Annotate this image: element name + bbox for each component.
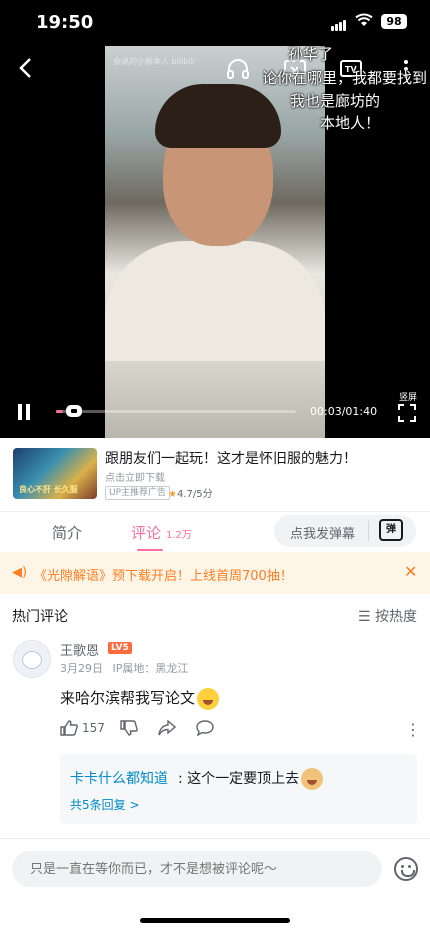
overlay-line-2: 论你在哪里，我都要找到 [262,69,428,87]
danmaku-placeholder: 点我发弹幕 [290,527,356,542]
comment-input-bar [0,838,430,931]
comment-username[interactable]: 王歌恩 [60,640,99,659]
ad-tag: UP主推荐广告 [105,486,171,500]
reply-preview[interactable]: 卡卡什么都知道 : 这个一定要顶上去 共5条回复 > [60,754,417,824]
ad-banner[interactable]: 良心不肝 长久服 跟朋友们一起玩！这才是怀旧服的魅力！ 点击立即下载 UP主推荐… [0,438,430,510]
status-bar: 19:50 98 [0,0,430,46]
comment-location: IP属地：黑龙江 [112,662,189,675]
level-badge: LV5 [108,642,132,654]
battery-icon: 98 [381,14,407,29]
fullscreen-icon[interactable] [397,403,417,423]
danmaku-toggle-icon[interactable]: 弹 [379,519,403,541]
thumbs-down-icon [120,720,138,736]
share-button[interactable] [158,720,176,736]
ad-thumbnail-text: 良心不肝 长久服 [19,485,78,494]
speaker-icon: ◀) [12,565,28,580]
like-count: 157 [82,721,105,735]
video-subject-hair [155,84,281,148]
comment-body: 来哈尔滨帮我写论文 [60,687,220,710]
notice-text[interactable]: 《光隙解语》预下载开启！上线首周700抽！ [34,565,293,584]
tab-comments[interactable]: 评论 1.2万 [131,522,192,543]
avatar[interactable] [13,640,51,678]
crying-emoji-icon [197,687,220,710]
reply-text-wrap: : 这个一定要顶上去 [178,768,324,790]
comment-more-icon[interactable]: ⋮ [405,720,421,739]
video-player[interactable]: 会说的小颖本人 bilibili 19:50 98 TV 孙华了 论你在哪里，我… [0,0,430,438]
progress-thumb[interactable] [66,405,82,417]
hot-comments-title: 热门评论 [12,609,68,625]
tab-comments-count: 1.2万 [166,530,192,541]
danmaku-divider [368,521,369,541]
dislike-button[interactable] [120,720,138,736]
video-watermark: 会说的小颖本人 bilibili [113,57,196,66]
status-time: 19:50 [36,12,94,33]
comment-meta: 3月29日 IP属地：黑龙江 [60,660,188,676]
signal-icon [331,16,347,35]
tab-active-indicator [137,549,163,551]
ad-rating-value: 4.7/5分 [176,489,213,500]
progress-bar[interactable] [56,410,296,413]
tab-intro-label: 简介 [52,524,83,542]
like-button[interactable]: 157 [60,720,105,736]
notice-banner[interactable]: ◀) 《光隙解语》预下载开启！上线首周700抽！ ✕ [0,552,430,594]
overlay-line-1: 孙华了 [288,45,334,63]
ad-thumbnail[interactable]: 良心不肝 长久服 [13,448,97,499]
ad-subtitle: 点击立即下载 [105,473,165,484]
comment-date: 3月29日 [60,662,103,675]
overlay-line-3: 我也是廊坊的 [290,92,381,110]
headphones-icon[interactable] [225,57,251,81]
comment-input[interactable] [12,851,382,887]
reply-author[interactable]: 卡卡什么都知道 [70,768,168,788]
time-display: 00:03/01:40 [310,405,378,418]
tab-comments-label: 评论 [131,524,162,542]
back-icon[interactable] [14,56,36,80]
comment-bubble-icon [196,720,214,736]
video-subject-coat [105,241,325,361]
overlay-line-4: 本地人！ [320,114,381,132]
home-indicator [140,918,290,923]
thumbs-up-icon [60,720,78,736]
sort-label: 按热度 [375,609,418,625]
ad-title[interactable]: 跟朋友们一起玩！这才是怀旧服的魅力！ [105,448,357,468]
view-replies-link[interactable]: 共5条回复 > [70,796,140,813]
share-icon [158,720,176,736]
reply-text: : 这个一定要顶上去 [178,771,300,787]
progress-fill [56,410,64,413]
danmaku-input[interactable]: 点我发弹幕 弹 [274,515,416,547]
avatar-image [22,651,42,669]
wifi-icon [355,13,373,26]
sort-button[interactable]: ☰ 按热度 [358,606,417,626]
star-icon: ★ [168,489,177,500]
tab-intro[interactable]: 简介 [52,522,82,543]
ad-rating: ★4.7/5分 [168,485,213,500]
dog-emoji-icon [301,768,324,790]
sort-icon: ☰ [358,609,376,625]
reply-button[interactable] [196,720,214,736]
comment-text: 来哈尔滨帮我写论文 [60,689,196,707]
close-icon[interactable]: ✕ [404,562,417,581]
vertical-mode-label: 竖屏 [399,393,418,403]
emoji-picker-icon[interactable] [394,857,418,881]
pause-icon[interactable] [14,402,34,422]
